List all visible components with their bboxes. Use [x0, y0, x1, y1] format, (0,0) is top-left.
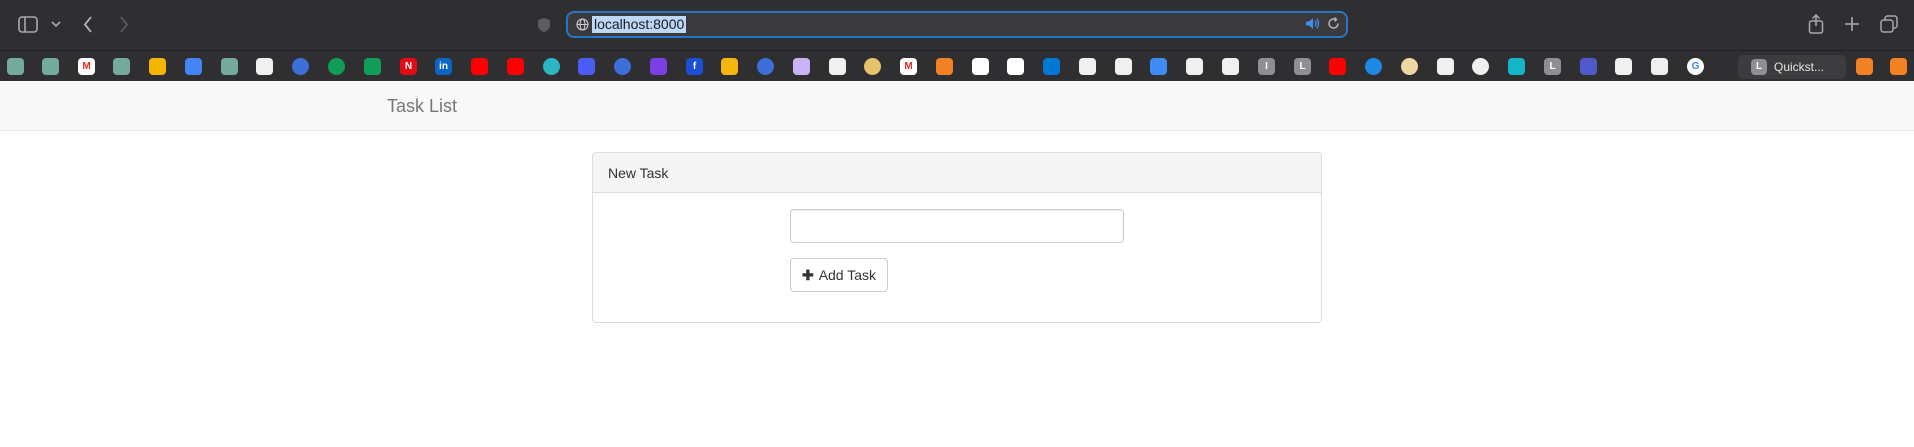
- gmail-bookmark-icon[interactable]: M: [78, 58, 95, 75]
- youtube-bookmark-icon[interactable]: [471, 58, 488, 75]
- youtube-bookmark-icon[interactable]: [507, 58, 524, 75]
- bookmark-tab-label: Quickst...: [1774, 60, 1825, 74]
- postman-bookmark-icon[interactable]: [614, 58, 631, 75]
- circle-bookmark-icon[interactable]: [1472, 58, 1489, 75]
- netflix-bookmark-icon[interactable]: N: [400, 58, 417, 75]
- chatgpt-bookmark-icon[interactable]: [7, 58, 24, 75]
- bookmarks-bar: M N in f M I L L G L Quickst...: [0, 50, 1914, 82]
- add-task-label: Add Task: [818, 267, 877, 283]
- badge-bookmark-icon[interactable]: [864, 58, 881, 75]
- google-bookmark-icon[interactable]: G: [1687, 58, 1704, 75]
- stackoverflow-bookmark-icon[interactable]: [1856, 58, 1873, 75]
- bookmark-tab-quickstart[interactable]: L Quickst...: [1738, 55, 1846, 79]
- sidebar-icon[interactable]: [18, 16, 38, 33]
- l-bookmark-icon: L: [1751, 59, 1767, 75]
- bookmark-icon[interactable]: [1007, 58, 1024, 75]
- speaker-icon[interactable]: [1305, 17, 1320, 35]
- github-bookmark-icon[interactable]: [1651, 58, 1668, 75]
- task-input[interactable]: [790, 209, 1124, 243]
- medium-bookmark-icon[interactable]: [1186, 58, 1203, 75]
- chevron-down-icon[interactable]: [51, 21, 61, 28]
- panel-title: New Task: [608, 165, 669, 181]
- cloud-bookmark-icon[interactable]: [1365, 58, 1382, 75]
- hex-bookmark-icon[interactable]: [1508, 58, 1525, 75]
- mongodb-bookmark-icon[interactable]: [328, 58, 345, 75]
- sheets-bookmark-icon[interactable]: [364, 58, 381, 75]
- chatgpt-bookmark-icon[interactable]: [42, 58, 59, 75]
- f-bookmark-icon[interactable]: f: [686, 58, 703, 75]
- globe-icon: [576, 18, 589, 36]
- triangle-bookmark-icon[interactable]: [578, 58, 595, 75]
- radiation-bookmark-icon[interactable]: [721, 58, 738, 75]
- add-task-button[interactable]: ✚ Add Task: [790, 258, 888, 292]
- linkedin-bookmark-icon[interactable]: in: [435, 58, 452, 75]
- l-bookmark-icon[interactable]: L: [1544, 58, 1561, 75]
- outlook-bookmark-icon[interactable]: [1043, 58, 1060, 75]
- docs-bookmark-icon[interactable]: [185, 58, 202, 75]
- app-bookmark-icon[interactable]: [1150, 58, 1167, 75]
- browser-toolbar: localhost:8000: [0, 0, 1914, 50]
- new-task-panel: New Task Task ✚ Add Task: [592, 152, 1322, 323]
- github-bookmark-icon[interactable]: [1115, 58, 1132, 75]
- new-tab-icon[interactable]: [1844, 16, 1860, 32]
- github-bookmark-icon[interactable]: [1615, 58, 1632, 75]
- chatgpt-bookmark-icon[interactable]: [113, 58, 130, 75]
- postman-bookmark-icon[interactable]: [757, 58, 774, 75]
- youtube-bookmark-icon[interactable]: [1329, 58, 1346, 75]
- brand-title[interactable]: Task List: [387, 96, 457, 116]
- bookmark-icon[interactable]: [972, 58, 989, 75]
- tabs-overview-icon[interactable]: [1880, 15, 1898, 33]
- plus-icon: ✚: [801, 267, 814, 283]
- forward-icon[interactable]: [119, 16, 129, 33]
- github-bookmark-icon[interactable]: [256, 58, 273, 75]
- panel-heading: New Task: [593, 153, 1321, 193]
- address-bar[interactable]: localhost:8000: [566, 11, 1348, 38]
- stackoverflow-bookmark-icon[interactable]: [936, 58, 953, 75]
- l-bookmark-icon[interactable]: L: [1294, 58, 1311, 75]
- shield-icon: [537, 17, 551, 33]
- onenote-bookmark-icon[interactable]: [650, 58, 667, 75]
- back-icon[interactable]: [83, 16, 93, 33]
- stackoverflow-bookmark-icon[interactable]: [1890, 58, 1907, 75]
- github-bookmark-icon[interactable]: [1222, 58, 1239, 75]
- share-icon[interactable]: [1808, 14, 1824, 34]
- github-bookmark-icon[interactable]: [1437, 58, 1454, 75]
- chatgpt-bookmark-icon[interactable]: [221, 58, 238, 75]
- url-text[interactable]: localhost:8000: [592, 16, 687, 33]
- github-bookmark-icon[interactable]: [1079, 58, 1096, 75]
- teams-bookmark-icon[interactable]: [1580, 58, 1597, 75]
- i-bookmark-icon[interactable]: I: [1258, 58, 1275, 75]
- navbar: Task List: [0, 81, 1914, 131]
- github-bookmark-icon[interactable]: [829, 58, 846, 75]
- package-bookmark-icon[interactable]: [149, 58, 166, 75]
- reload-icon[interactable]: [1327, 17, 1340, 35]
- swagger-bookmark-icon[interactable]: [793, 58, 810, 75]
- eye-bookmark-icon[interactable]: [543, 58, 560, 75]
- postman-bookmark-icon[interactable]: [292, 58, 309, 75]
- gmail-bookmark-icon[interactable]: M: [900, 58, 917, 75]
- jenkins-bookmark-icon[interactable]: [1401, 58, 1418, 75]
